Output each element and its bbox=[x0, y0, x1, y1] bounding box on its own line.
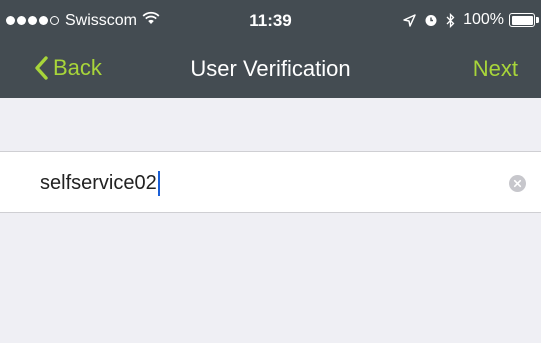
bluetooth-icon bbox=[446, 12, 455, 28]
clear-icon[interactable] bbox=[509, 175, 526, 192]
nav-bar: Back User Verification Next bbox=[0, 42, 541, 98]
page-title: User Verification bbox=[190, 56, 351, 81]
status-bar: Swisscom 11:39 100% bbox=[0, 0, 541, 42]
battery-percent: 100% bbox=[463, 11, 504, 28]
battery-icon bbox=[509, 13, 541, 27]
navigation-header: Swisscom 11:39 100% Back User Verificati… bbox=[0, 0, 541, 98]
location-arrow-icon bbox=[403, 13, 416, 27]
status-right: 100% bbox=[403, 11, 541, 29]
username-field[interactable]: selfservice02 bbox=[0, 151, 541, 213]
username-value: selfservice02 bbox=[40, 172, 157, 194]
text-caret bbox=[157, 171, 160, 196]
next-button[interactable]: Next bbox=[473, 56, 518, 82]
alarm-icon bbox=[424, 13, 438, 27]
username-input[interactable]: selfservice02 bbox=[40, 171, 160, 196]
